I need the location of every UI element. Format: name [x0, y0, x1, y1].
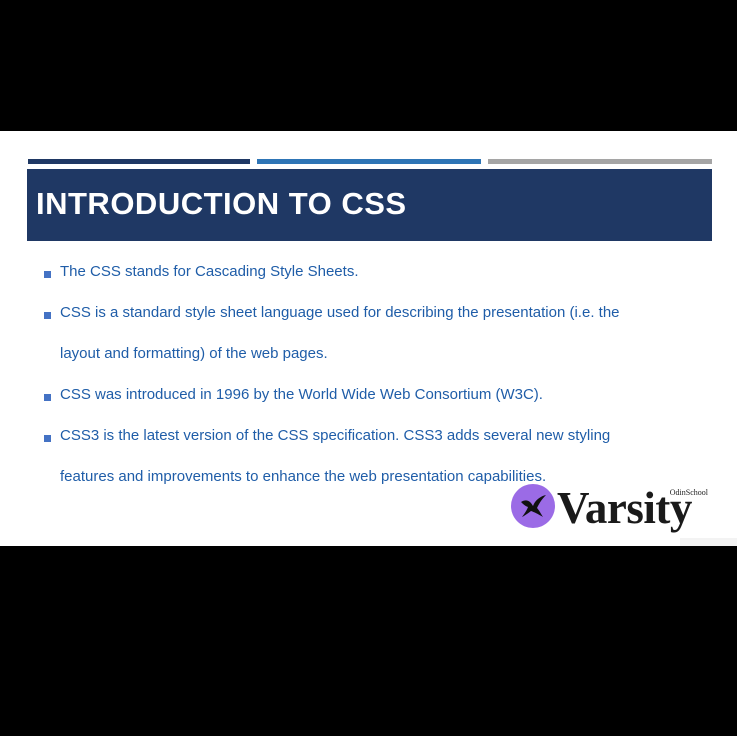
accent-bar-dark: [28, 159, 250, 164]
bullet-square-icon: [44, 312, 51, 319]
accent-bar-gray: [488, 159, 712, 164]
bullet-text: The CSS stands for Cascading Style Sheet…: [60, 263, 359, 280]
bullet-item: The CSS stands for Cascading Style Sheet…: [44, 263, 660, 292]
accent-bar-blue: [257, 159, 481, 164]
bullet-square-icon: [44, 394, 51, 401]
title-band: INTRODUCTION TO CSS: [27, 169, 712, 241]
bird-icon: [521, 495, 546, 517]
bullet-item: CSS was introduced in 1996 by the World …: [44, 386, 660, 415]
slide-title: INTRODUCTION TO CSS: [36, 186, 407, 221]
varsity-logo: Varsity OdinSchool: [509, 480, 712, 536]
slide: INTRODUCTION TO CSS The CSS stands for C…: [0, 131, 737, 546]
logo-brand: OdinSchool: [669, 488, 708, 497]
bullet-square-icon: [44, 271, 51, 278]
bullet-square-icon: [44, 435, 51, 442]
bullet-text: CSS was introduced in 1996 by the World …: [60, 386, 543, 403]
bullet-text: CSS is a standard style sheet language u…: [60, 304, 620, 362]
bullet-item: CSS is a standard style sheet language u…: [44, 304, 660, 374]
corner-mark: [680, 538, 737, 546]
